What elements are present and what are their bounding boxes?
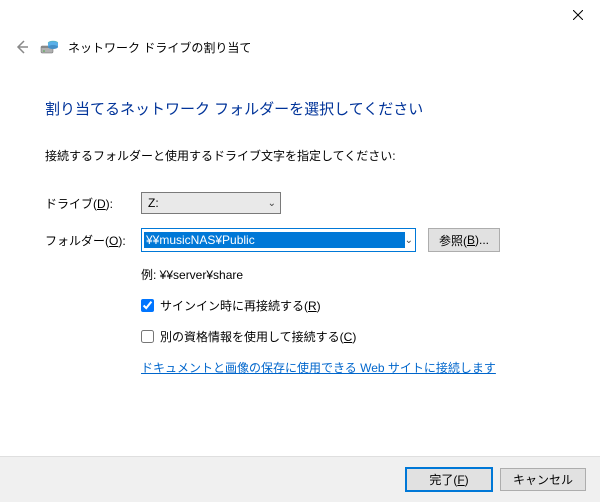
- folder-row: フォルダー(O): ¥¥musicNAS¥Public ⌄ 参照(B)...: [45, 228, 555, 252]
- drive-select[interactable]: Z: ⌄: [141, 192, 281, 214]
- wizard-title: ネットワーク ドライブの割り当て: [68, 39, 251, 56]
- titlebar: [0, 0, 600, 30]
- credentials-checkbox[interactable]: [141, 330, 154, 343]
- folder-label: フォルダー(O):: [45, 232, 141, 249]
- instruction-text: 接続するフォルダーと使用するドライブ文字を指定してください:: [45, 147, 555, 164]
- reconnect-row: サインイン時に再接続する(R): [141, 297, 555, 314]
- folder-input-value: ¥¥musicNAS¥Public: [144, 232, 405, 248]
- credentials-label[interactable]: 別の資格情報を使用して接続する(C): [160, 328, 356, 345]
- close-icon: [573, 10, 583, 20]
- page-heading: 割り当てるネットワーク フォルダーを選択してください: [45, 98, 555, 119]
- chevron-down-icon: ⌄: [405, 235, 413, 246]
- drive-label: ドライブ(D):: [45, 195, 141, 212]
- reconnect-label[interactable]: サインイン時に再接続する(R): [160, 297, 321, 314]
- close-button[interactable]: [555, 0, 600, 30]
- browse-button[interactable]: 参照(B)...: [428, 228, 500, 252]
- footer: 完了(F) キャンセル: [0, 456, 600, 502]
- network-drive-icon: [40, 38, 58, 56]
- content-area: 割り当てるネットワーク フォルダーを選択してください 接続するフォルダーと使用す…: [0, 60, 600, 376]
- connect-website-link[interactable]: ドキュメントと画像の保存に使用できる Web サイトに接続します: [141, 361, 496, 375]
- example-text: 例: ¥¥server¥share: [141, 266, 555, 283]
- back-arrow-icon: [14, 39, 30, 55]
- drive-row: ドライブ(D): Z: ⌄: [45, 192, 555, 214]
- back-button[interactable]: [14, 39, 30, 55]
- chevron-down-icon: ⌄: [268, 198, 276, 209]
- credentials-row: 別の資格情報を使用して接続する(C): [141, 328, 555, 345]
- finish-button[interactable]: 完了(F): [406, 468, 492, 491]
- drive-value: Z:: [148, 196, 159, 210]
- wizard-header: ネットワーク ドライブの割り当て: [0, 30, 600, 60]
- web-link-row: ドキュメントと画像の保存に使用できる Web サイトに接続します: [141, 359, 555, 376]
- folder-combobox[interactable]: ¥¥musicNAS¥Public ⌄: [141, 228, 416, 252]
- reconnect-checkbox[interactable]: [141, 299, 154, 312]
- cancel-button[interactable]: キャンセル: [500, 468, 586, 491]
